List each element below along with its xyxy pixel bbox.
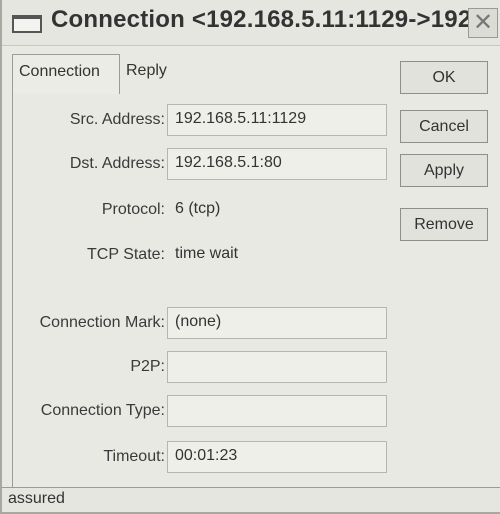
tab-connection[interactable]: Connection — [12, 54, 120, 94]
src-address-label: Src. Address: — [69, 111, 165, 128]
remove-button[interactable]: Remove — [400, 208, 488, 241]
connection-type-label: Connection Type: — [40, 402, 165, 419]
tab-reply-label: Reply — [126, 62, 167, 79]
title-bar[interactable]: Connection <192.168.5.11:1129->192... ✕ — [2, 0, 500, 46]
close-button[interactable]: ✕ — [468, 8, 498, 38]
window-title: Connection <192.168.5.11:1129->192... — [51, 6, 492, 33]
cancel-button[interactable]: Cancel — [400, 110, 488, 143]
tcp-state-label: TCP State: — [87, 246, 165, 263]
apply-button[interactable]: Apply — [400, 154, 488, 187]
timeout-field[interactable]: 00:01:23 — [167, 441, 387, 473]
connection-mark-field[interactable]: (none) — [167, 307, 387, 339]
dst-address-field[interactable]: 192.168.5.1:80 — [167, 148, 387, 180]
tab-reply[interactable]: Reply — [126, 62, 167, 80]
protocol-label: Protocol: — [101, 201, 165, 218]
timeout-label: Timeout: — [103, 448, 165, 465]
dst-address-label: Dst. Address: — [69, 155, 165, 172]
p2p-label: P2P: — [130, 358, 165, 375]
connection-type-field[interactable] — [167, 395, 387, 427]
close-icon: ✕ — [472, 9, 494, 36]
connection-mark-label: Connection Mark: — [39, 314, 165, 331]
protocol-field: 6 (tcp) — [175, 200, 221, 217]
connection-window: Connection <192.168.5.11:1129->192... ✕ … — [0, 0, 500, 514]
tcp-state-field: time wait — [175, 245, 239, 262]
p2p-field[interactable] — [167, 351, 387, 383]
window-icon — [12, 15, 42, 33]
tab-connection-label: Connection — [19, 63, 100, 80]
ok-button[interactable]: OK — [400, 61, 488, 94]
src-address-field[interactable]: 192.168.5.11:1129 — [167, 104, 387, 136]
status-text: assured — [8, 490, 65, 507]
status-bar: assured — [2, 487, 500, 512]
